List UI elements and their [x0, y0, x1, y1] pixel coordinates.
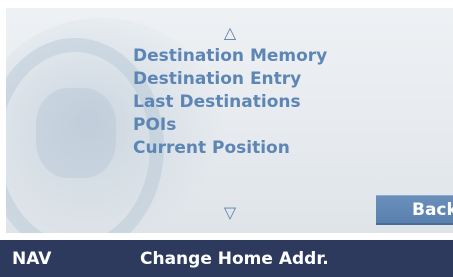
scroll-down-icon[interactable]: ▽ [220, 205, 240, 221]
menu-item-destination-memory[interactable]: Destination Memory [133, 45, 327, 68]
scroll-up-icon[interactable]: △ [220, 25, 240, 41]
navigation-screen: △ Destination Memory Destination Entry L… [0, 0, 453, 277]
back-button-underline [376, 223, 453, 225]
menu-item-destination-entry[interactable]: Destination Entry [133, 68, 327, 91]
nav-mode-label[interactable]: NAV [12, 248, 51, 270]
change-home-address-label[interactable]: Change Home Addr. [140, 248, 329, 270]
menu-item-current-position[interactable]: Current Position [133, 137, 327, 160]
menu-item-pois[interactable]: POIs [133, 114, 327, 137]
navigation-menu: Destination Memory Destination Entry Las… [133, 45, 327, 160]
watermark-center [36, 88, 116, 178]
menu-item-last-destinations[interactable]: Last Destinations [133, 91, 327, 114]
back-button[interactable]: Back [376, 195, 453, 223]
